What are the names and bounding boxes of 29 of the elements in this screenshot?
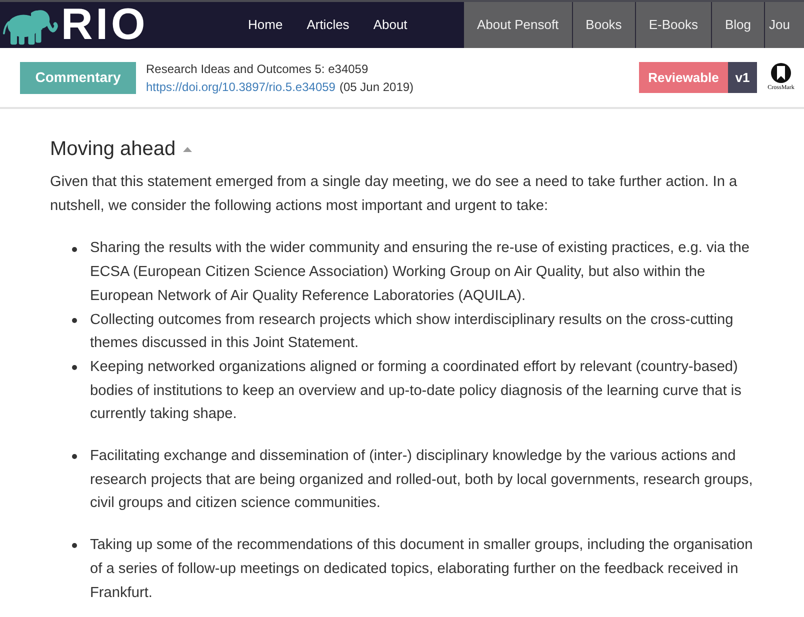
intro-paragraph: Given that this statement emerged from a single day meeting, we do see a need to take further action. In a nutshell, we consider the following actions most important and urgent to take: bbox=[50, 173, 738, 216]
journal-citation: Research Ideas and Outcomes 5: e34059 bbox=[146, 60, 370, 78]
list-item-text: Keeping networked organizations aligned or forming a coordinated effort by relevant (country-based) bodies of institutions to keep an overview and up-to-date policy diagnosis of the learning curve that is currently taking shape. bbox=[90, 358, 742, 424]
bullet-icon bbox=[72, 318, 77, 323]
version-badge[interactable]: v1 bbox=[728, 62, 757, 93]
section-heading[interactable]: Moving ahead bbox=[50, 135, 176, 163]
status-badge: Reviewable bbox=[639, 62, 728, 93]
list-item-text: Sharing the results with the wider community and ensuring the re-use of existing practices, e.g. via the ECSA (European Citizen Science Association) Working Group on Air Quality, but also within the European Network of Air Quality Reference Laboratories (AQUILA). bbox=[90, 239, 750, 306]
publication-date: (05 Jun 2019) bbox=[339, 78, 414, 96]
nav-link[interactable]: Home bbox=[236, 2, 295, 48]
bullet-icon bbox=[72, 543, 77, 548]
network-link[interactable]: Books bbox=[572, 2, 635, 48]
bullet-icon bbox=[72, 246, 77, 252]
network-link[interactable]: About Pensoft bbox=[464, 2, 572, 48]
network-link[interactable]: Jou bbox=[764, 2, 790, 48]
article-type-badge: Commentary bbox=[20, 62, 136, 94]
bullet-icon bbox=[72, 454, 77, 460]
bullet-icon bbox=[72, 365, 77, 370]
network-link[interactable]: Blog bbox=[710, 2, 764, 48]
nav-link[interactable]: About bbox=[361, 2, 420, 48]
caret-icon[interactable] bbox=[182, 146, 192, 152]
nav-link[interactable]: Articles bbox=[294, 2, 362, 48]
list-item-text: Facilitating exchange and dissemination of (inter-) disciplinary knowledge by the various actions and research projects that are being organized and rolled-out, both by local governments, research groups, civil groups and citizen science communities. bbox=[90, 447, 754, 514]
doi-link[interactable]: https://doi.org/10.3897/rio.5.e34059 bbox=[146, 78, 336, 96]
logo-text[interactable]: RIO bbox=[61, 3, 148, 47]
list-item-text: Taking up some of the recommendations of this document in smaller groups, including the organisation of a series of follow-up meetings on dedicated topics, elaborating further on the feedback received in Frankfurt. bbox=[90, 536, 754, 603]
network-link[interactable]: E-Books bbox=[634, 2, 711, 48]
bookmark-circle-icon bbox=[771, 63, 791, 83]
list-item-text: Collecting outcomes from research projects which show interdisciplinary results on the cross-cutting themes discussed in this Joint Statement. bbox=[90, 310, 734, 354]
